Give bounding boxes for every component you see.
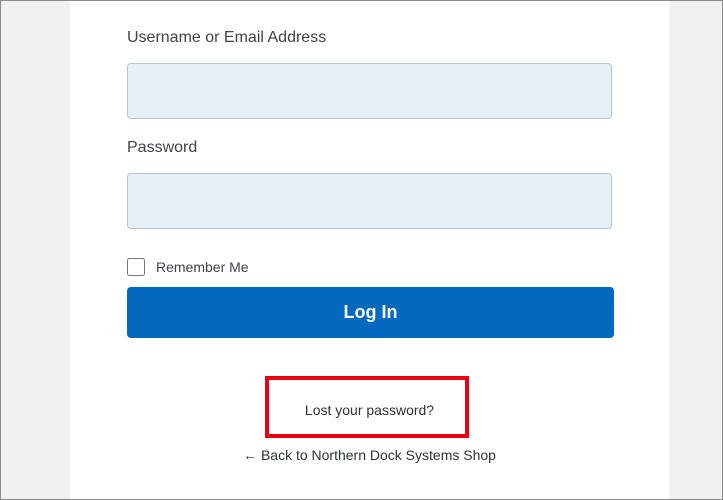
remember-me-checkbox[interactable] bbox=[127, 258, 145, 276]
remember-me-row[interactable]: Remember Me bbox=[127, 257, 249, 277]
back-to-site-link[interactable]: ← Back to Northern Dock Systems Shop bbox=[70, 447, 669, 463]
login-page-frame: Username or Email Address Password Remem… bbox=[0, 0, 723, 500]
lost-password-link[interactable]: Lost your password? bbox=[70, 402, 669, 418]
password-label: Password bbox=[127, 139, 198, 156]
username-label: Username or Email Address bbox=[127, 29, 327, 46]
password-input[interactable] bbox=[127, 173, 612, 229]
login-button[interactable]: Log In bbox=[127, 287, 614, 338]
username-input[interactable] bbox=[127, 63, 612, 119]
login-form-panel: Username or Email Address Password Remem… bbox=[70, 1, 669, 499]
remember-me-label[interactable]: Remember Me bbox=[156, 259, 249, 275]
